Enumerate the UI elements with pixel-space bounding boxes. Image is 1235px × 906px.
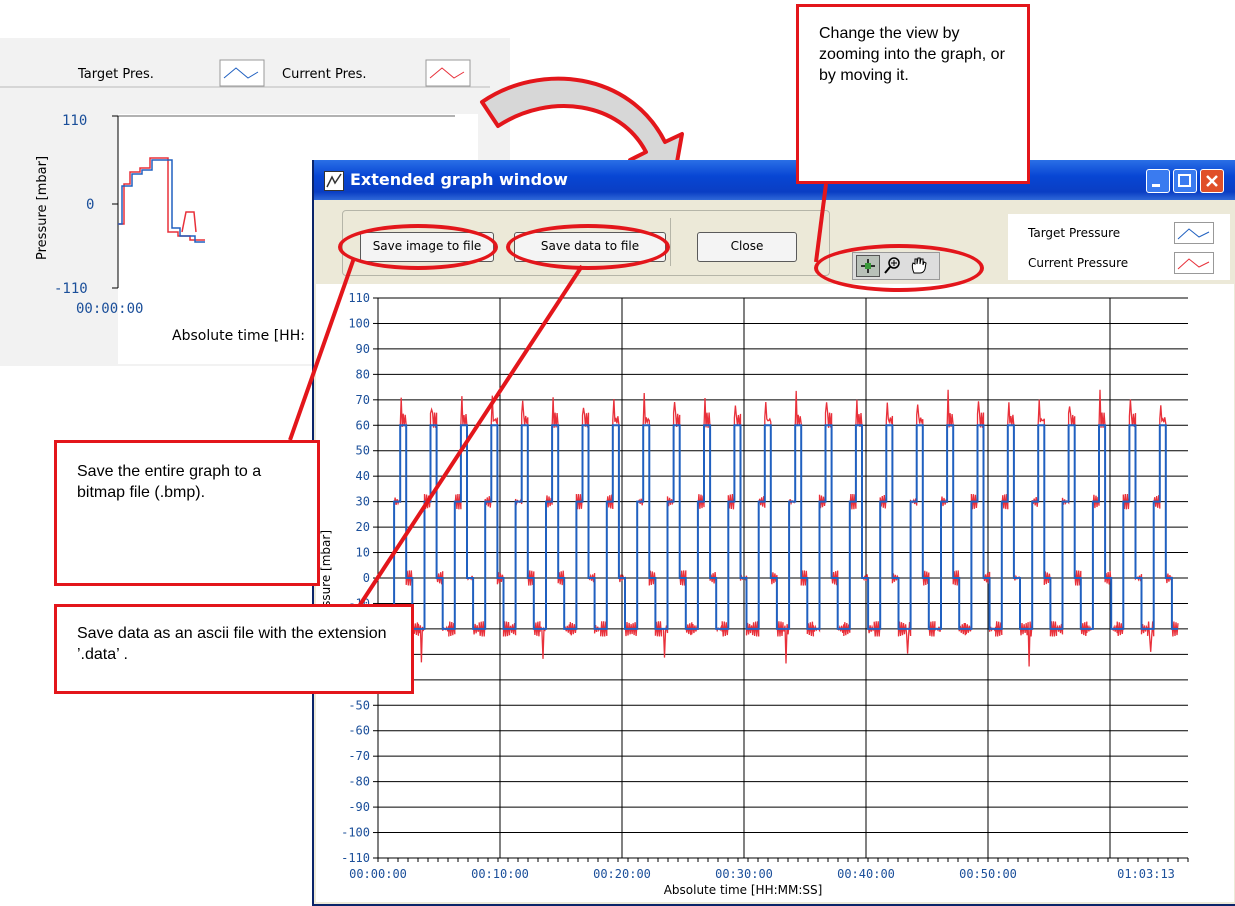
highlight-tools [814,244,984,292]
y-tick-label: -80 [348,775,370,789]
legend-target-label: Target Pressure [1028,226,1121,240]
window-title: Extended graph window [350,170,568,189]
maximize-button[interactable] [1173,169,1197,193]
callout-view: Change the view by zooming into the grap… [796,4,1030,184]
y-tick-label: -100 [341,826,370,840]
small-xtick: 00:00:00 [76,301,143,317]
maximize-icon [1178,174,1191,187]
x-tick-label: 00:00:00 [349,867,407,881]
small-xlabel: Absolute time [HH: [172,328,305,344]
y-tick-label: -110 [341,851,370,865]
window-titlebar: Extended graph window [314,160,1235,200]
y-tick-label: 80 [356,367,370,381]
legend-current-swatch [1174,252,1214,274]
divider [670,218,671,266]
small-legend-target: Target Pres. [77,67,154,82]
legend-target-swatch [1174,222,1214,244]
y-tick-label: 100 [348,316,370,330]
y-tick-label: 10 [356,546,370,560]
y-tick-label: 40 [356,469,370,483]
x-tick-label: 00:30:00 [715,867,773,881]
legend-current-label: Current Pressure [1028,256,1129,270]
y-tick-label: -50 [348,698,370,712]
callout-ascii: Save data as an ascii file with the exte… [54,604,414,694]
y-tick-label: 70 [356,393,370,407]
app-icon [324,171,344,191]
close-window-button[interactable] [1200,169,1224,193]
plot-background [316,284,1234,902]
extended-graph-window: Extended graph window Save image to file… [312,160,1235,906]
small-ytick: 110 [62,113,87,129]
minimize-icon [1152,184,1160,187]
small-ylabel: Pressure [mbar] [35,156,50,260]
x-axis-title: Absolute time [HH:MM:SS] [664,883,823,897]
x-tick-label: 00:10:00 [471,867,529,881]
x-tick-label: 00:40:00 [837,867,895,881]
y-tick-label: 30 [356,495,370,509]
y-tick-label: -60 [348,724,370,738]
y-tick-label: 90 [356,342,370,356]
close-icon [1206,175,1218,187]
y-tick-label: -70 [348,749,370,763]
y-tick-label: 20 [356,520,370,534]
y-tick-label: 50 [356,444,370,458]
minimize-button[interactable] [1146,169,1170,193]
legend-panel: Target Pressure Current Pressure [1008,214,1230,280]
highlight-save-data [506,224,670,270]
small-ytick: -110 [54,281,88,297]
close-button[interactable]: Close [697,232,797,262]
y-tick-label: 110 [348,291,370,305]
small-ytick: 0 [86,197,94,213]
x-tick-label: 00:20:00 [593,867,651,881]
small-legend-current: Current Pres. [282,67,367,82]
y-tick-label: 60 [356,418,370,432]
y-tick-label: -90 [348,800,370,814]
x-tick-label: 00:50:00 [959,867,1017,881]
highlight-save-image [338,224,498,270]
extended-chart[interactable]: 1101009080706050403020100-10-20-30-40-50… [316,284,1234,902]
callout-bitmap: Save the entire graph to a bitmap file (… [54,440,320,586]
y-tick-label: 0 [363,571,370,585]
x-tick-label: 01:03:13 [1117,867,1175,881]
